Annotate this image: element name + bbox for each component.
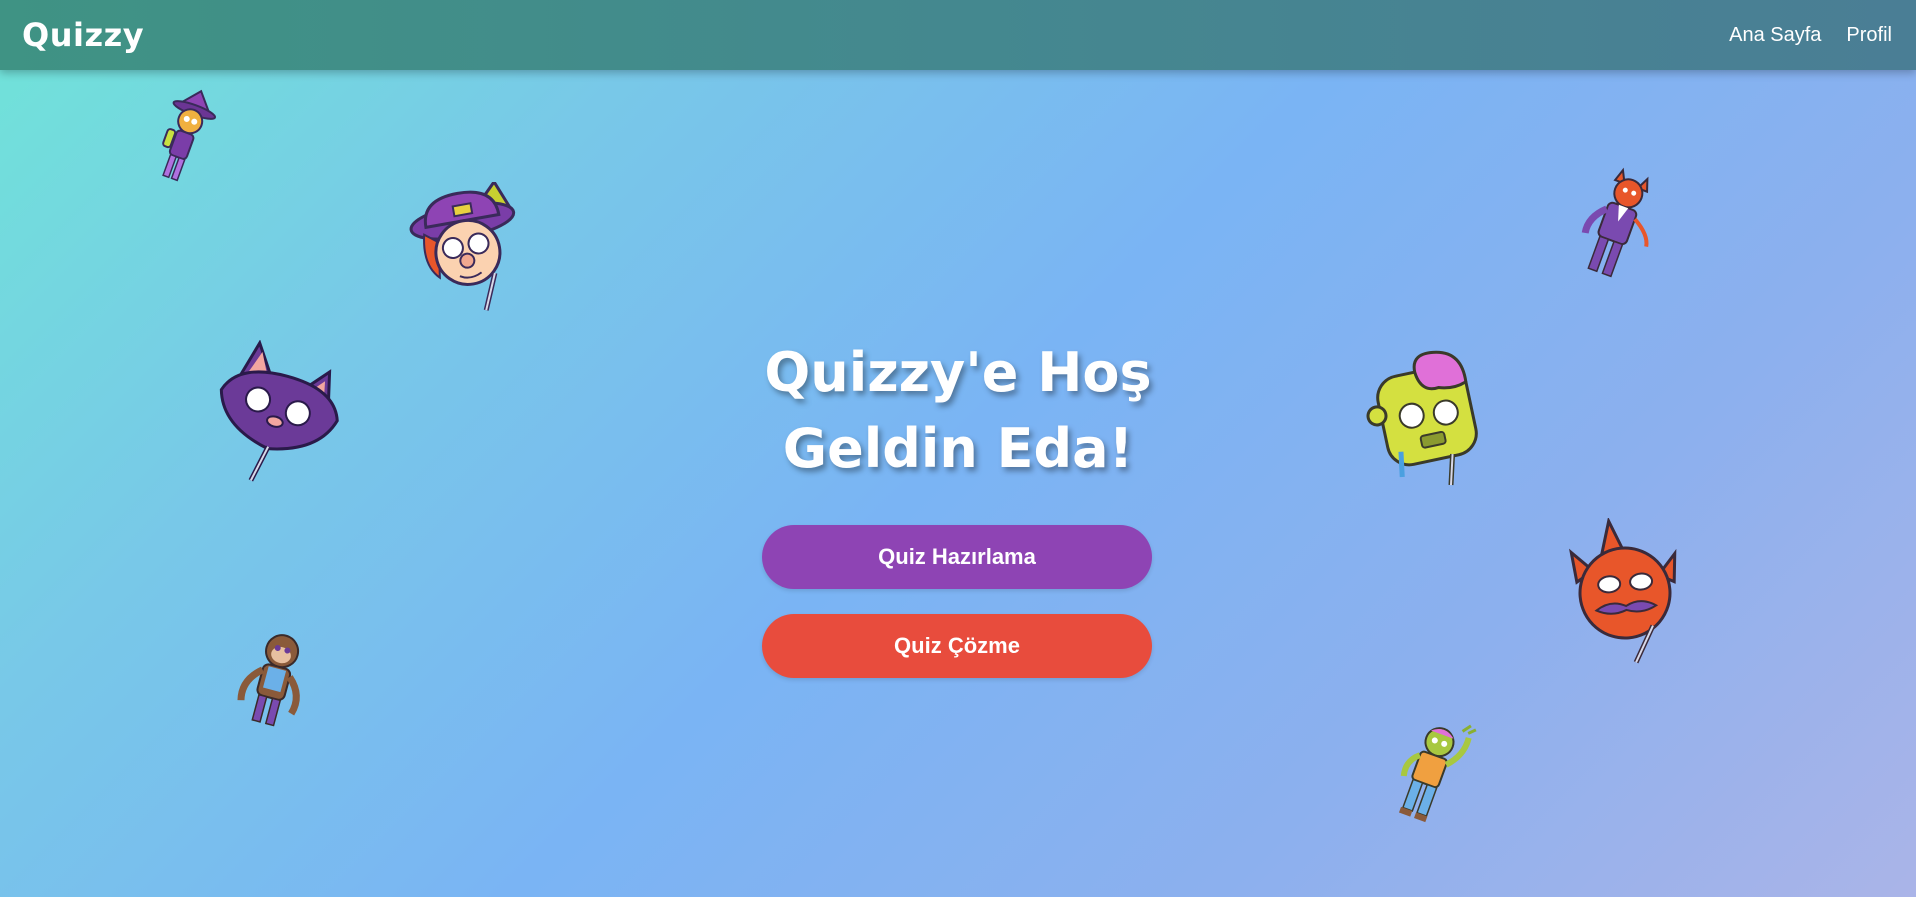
navbar: Quizzy Ana Sayfa Profil — [0, 0, 1916, 70]
brand-logo[interactable]: Quizzy — [22, 16, 144, 54]
welcome-line-2: Geldin Eda! — [782, 417, 1134, 480]
hero-section: Quizzy'e Hoş Geldin Eda! Quiz Hazırlama … — [0, 70, 1916, 897]
solve-quiz-button[interactable]: Quiz Çözme — [762, 614, 1152, 678]
welcome-heading: Quizzy'e Hoş Geldin Eda! — [658, 335, 1258, 487]
nav-links: Ana Sayfa Profil — [1729, 24, 1892, 47]
welcome-line-1: Quizzy'e Hoş — [764, 341, 1152, 404]
create-quiz-button[interactable]: Quiz Hazırlama — [762, 525, 1152, 589]
nav-link-profile[interactable]: Profil — [1846, 24, 1892, 47]
nav-link-home[interactable]: Ana Sayfa — [1729, 24, 1821, 47]
